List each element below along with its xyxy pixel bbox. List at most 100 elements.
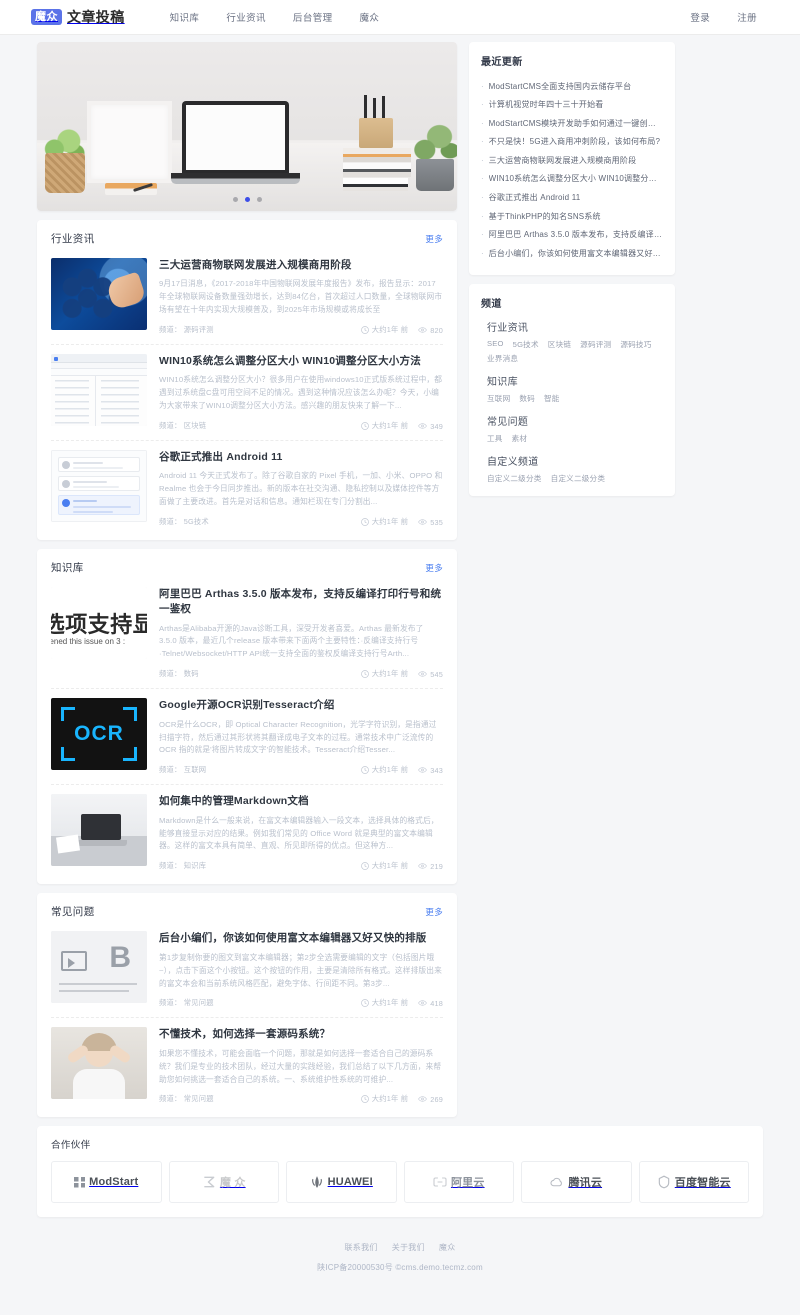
article-thumbnail[interactable]	[51, 794, 147, 867]
article-thumbnail[interactable]: OCR	[51, 698, 147, 771]
recent-link[interactable]: 谷歌正式推出 Android 11	[489, 192, 581, 204]
article-thumbnail[interactable]	[51, 354, 147, 427]
subcategory-link[interactable]: 源码技巧	[620, 339, 651, 350]
section-industry-news: 行业资讯 更多 三大运营商物联网发展进入规模商用阶段 9月17日消息，《2017…	[37, 220, 457, 541]
potted-plant-leaves	[411, 119, 457, 163]
list-item[interactable]: · 不只是快！5G进入商用冲刺阶段，该如何布局?	[481, 133, 663, 152]
channels-title: 频道	[481, 298, 502, 310]
channel-value[interactable]: 源码评测	[184, 325, 214, 334]
subcategory-link[interactable]: 互联网	[487, 393, 510, 404]
list-item[interactable]: · ModStartCMS全面支持国内云储存平台	[481, 77, 663, 96]
subcategory-link[interactable]: 业界消息	[487, 353, 518, 364]
partner-mozhong[interactable]: 魔 众	[168, 1161, 279, 1204]
list-item[interactable]: · 阿里巴巴 Arthas 3.5.0 版本发布，支持反编译打印行...	[481, 226, 663, 245]
list-item[interactable]: · WIN10系统怎么调整分区大小 WIN10调整分区大小方法	[481, 170, 663, 189]
article-title[interactable]: 谷歌正式推出 Android 11	[159, 450, 443, 465]
nav-item-knowledge[interactable]: 知识库	[170, 10, 200, 24]
carousel-indicators[interactable]	[37, 197, 457, 202]
subcategory-link[interactable]: SEO	[487, 339, 504, 350]
channel-name[interactable]: 行业资讯	[487, 319, 663, 334]
channel-value[interactable]: 数码	[184, 669, 199, 678]
article-title[interactable]: WIN10系统怎么调整分区大小 WIN10调整分区大小方法	[159, 354, 443, 369]
partner-huawei[interactable]: HUAWEI	[286, 1161, 397, 1204]
article-row[interactable]: 如何集中的管理Markdown文档 Markdown是什么一般来说，在富文本编辑…	[51, 784, 443, 880]
article-title[interactable]: 三大运营商物联网发展进入规模商用阶段	[159, 258, 443, 273]
partner-baidu-cloud[interactable]: 百度智能云	[638, 1161, 749, 1204]
channel-value[interactable]: 互联网	[184, 765, 207, 774]
login-link[interactable]: 登录	[690, 10, 710, 24]
channel-name[interactable]: 知识库	[487, 373, 663, 388]
article-title[interactable]: 不懂技术，如何选择一套源码系统？	[159, 1027, 443, 1042]
article-row[interactable]: B 后台小编们，你该如何使用富文本编辑器又好又快的排版 第1步复制你要的图文到富…	[51, 929, 443, 1017]
carousel-dot-2[interactable]	[244, 197, 250, 202]
footer-link-about[interactable]: 关于我们	[392, 1242, 425, 1253]
hero-carousel[interactable]	[37, 42, 457, 211]
list-item[interactable]: · 后台小编们，你该如何使用富文本编辑器又好又快的...	[481, 244, 663, 263]
carousel-dot-1[interactable]	[232, 197, 238, 202]
article-thumbnail[interactable]: B	[51, 931, 147, 1004]
list-item[interactable]: · ModStartCMS模块开发助手如何通过一键创建模块?	[481, 114, 663, 133]
section-more-link[interactable]: 更多	[425, 562, 443, 574]
section-more-link[interactable]: 更多	[425, 233, 443, 245]
article-title[interactable]: 阿里巴巴 Arthas 3.5.0 版本发布，支持反编译打印行号和统一鉴权	[159, 587, 443, 617]
bullet-icon: ·	[481, 137, 484, 147]
nav-item-industry-news[interactable]: 行业资讯	[226, 10, 266, 24]
channel-value[interactable]: 常见问题	[184, 1094, 214, 1103]
site-logo[interactable]: 魔众 文章投稿	[31, 7, 125, 27]
recent-link[interactable]: 阿里巴巴 Arthas 3.5.0 版本发布，支持反编译打印行...	[489, 229, 663, 241]
subcategory-link[interactable]: 自定义二级分类	[487, 473, 542, 484]
footer-link-contact[interactable]: 联系我们	[344, 1242, 377, 1253]
article-title[interactable]: 如何集中的管理Markdown文档	[159, 794, 443, 809]
subcategory-link[interactable]: 智能	[544, 393, 560, 404]
recent-link[interactable]: 基于ThinkPHP的知名SNS系统	[489, 211, 601, 223]
recent-link[interactable]: 计算机视觉时年四十三十开始看	[489, 99, 604, 111]
list-item[interactable]: · 基于ThinkPHP的知名SNS系统	[481, 207, 663, 226]
partner-label: HUAWEI	[327, 1176, 373, 1189]
partner-modstart[interactable]: ModStart	[51, 1161, 162, 1204]
channel-name[interactable]: 常见问题	[487, 413, 663, 428]
subcategory-link[interactable]: 5G技术	[513, 339, 539, 350]
huawei-icon	[310, 1175, 324, 1189]
article-row[interactable]: 三大运营商物联网发展进入规模商用阶段 9月17日消息，《2017-2018年中国…	[51, 256, 443, 344]
article-row[interactable]: OCR Google开源OCR识别Tesseract介绍 OCR是什么OCR，即…	[51, 688, 443, 784]
article-row[interactable]: 谷歌正式推出 Android 11 Android 11 今天正式发布了。除了谷…	[51, 440, 443, 536]
recent-link[interactable]: 不只是快！5G进入商用冲刺阶段，该如何布局?	[489, 136, 661, 148]
list-item[interactable]: · 计算机视觉时年四十三十开始看	[481, 96, 663, 115]
channel-value[interactable]: 区块链	[184, 421, 207, 430]
channel-value[interactable]: 知识库	[184, 861, 207, 870]
subcategory-link[interactable]: 源码评测	[580, 339, 611, 350]
article-thumbnail[interactable]	[51, 1027, 147, 1100]
partner-aliyun[interactable]: 阿里云	[403, 1161, 514, 1204]
list-item[interactable]: · 三大运营商物联网发展进入规模商用阶段	[481, 151, 663, 170]
partner-tencent-cloud[interactable]: 腾讯云	[521, 1161, 632, 1204]
section-title: 知识库	[51, 562, 84, 575]
carousel-dot-3[interactable]	[256, 197, 262, 202]
register-link[interactable]: 注册	[737, 10, 757, 24]
recent-link[interactable]: ModStartCMS模块开发助手如何通过一键创建模块?	[489, 118, 663, 130]
subcategory-link[interactable]: 区块链	[548, 339, 571, 350]
article-row[interactable]: WIN10系统怎么调整分区大小 WIN10调整分区大小方法 WIN10系统怎么调…	[51, 344, 443, 440]
recent-link[interactable]: ModStartCMS全面支持国内云储存平台	[489, 81, 632, 93]
article-row[interactable]: 选项支持显 pened this issue on 3 : 阿里巴巴 Artha…	[51, 585, 443, 688]
footer-link-mozhong[interactable]: 魔众	[439, 1242, 456, 1253]
nav-item-mozhong[interactable]: 魔众	[360, 10, 380, 24]
article-thumbnail[interactable]	[51, 258, 147, 330]
article-row[interactable]: 不懂技术，如何选择一套源码系统？ 如果您不懂技术，可能会面临一个问题，那就是如何…	[51, 1017, 443, 1113]
channel-value[interactable]: 5G技术	[184, 517, 209, 526]
recent-link[interactable]: 三大运营商物联网发展进入规模商用阶段	[489, 155, 637, 167]
article-title[interactable]: 后台小编们，你该如何使用富文本编辑器又好又快的排版	[159, 931, 443, 946]
list-item[interactable]: · 谷歌正式推出 Android 11	[481, 189, 663, 208]
subcategory-link[interactable]: 工具	[487, 433, 503, 444]
article-thumbnail[interactable]: 选项支持显 pened this issue on 3 :	[51, 587, 147, 660]
article-title[interactable]: Google开源OCR识别Tesseract介绍	[159, 698, 443, 713]
nav-item-admin[interactable]: 后台管理	[293, 10, 333, 24]
recent-link[interactable]: WIN10系统怎么调整分区大小 WIN10调整分区大小方法	[489, 173, 663, 185]
article-thumbnail[interactable]	[51, 450, 147, 523]
channel-name[interactable]: 自定义频道	[487, 453, 663, 468]
channel-value[interactable]: 常见问题	[184, 998, 214, 1007]
subcategory-link[interactable]: 自定义二级分类	[551, 473, 606, 484]
section-more-link[interactable]: 更多	[425, 906, 443, 918]
subcategory-link[interactable]: 数码	[519, 393, 535, 404]
subcategory-link[interactable]: 素材	[512, 433, 528, 444]
recent-link[interactable]: 后台小编们，你该如何使用富文本编辑器又好又快的...	[489, 248, 663, 260]
